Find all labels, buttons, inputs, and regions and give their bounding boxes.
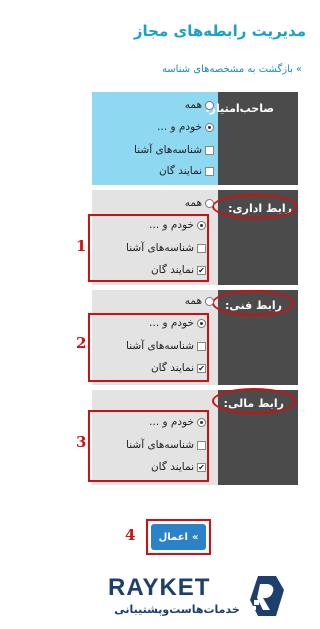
admin-cb-reps[interactable]: نمایند گان — [151, 264, 206, 276]
tech-radio-all-label: همه — [184, 295, 202, 307]
finance-cb-known[interactable]: شناسه‌های آشنا — [126, 439, 206, 451]
checkbox-icon — [205, 145, 214, 155]
checkbox-icon — [197, 341, 206, 351]
finance-radio-self-label: خودم و ... — [149, 416, 194, 428]
tech-cb-reps-label: نمایند گان — [150, 362, 194, 374]
radio-selected-icon — [197, 220, 206, 230]
checkbox-checked-icon — [197, 462, 206, 472]
owner-label-cell: صاحب‌امتیاز: — [205, 92, 298, 185]
step-marker-3: 3 — [76, 433, 87, 451]
step-marker-2: 2 — [76, 334, 87, 352]
radio-icon — [205, 100, 214, 110]
radio-selected-icon — [197, 417, 206, 427]
admin-cb-reps-label: نمایند گان — [150, 264, 194, 276]
finance-label-highlight — [212, 388, 296, 414]
radio-selected-icon — [205, 122, 214, 132]
back-arrow-icon: » — [295, 64, 302, 75]
owner-cb-known-label: شناسه‌های آشنا — [134, 144, 202, 156]
step-marker-4: 4 — [125, 526, 136, 544]
apply-button[interactable]: » اعمال — [151, 524, 206, 550]
checkbox-checked-icon — [197, 363, 206, 373]
finance-radio-self[interactable]: خودم و ... — [149, 416, 206, 428]
admin-radio-self[interactable]: خودم و ... — [149, 219, 206, 231]
owner-cb-known[interactable]: شناسه‌های آشنا — [134, 144, 214, 156]
rayket-logo: RAYKET خدمات‌هاست‌وپشتیبانی — [108, 570, 288, 625]
owner-cb-reps[interactable]: نمایند گان — [159, 165, 214, 177]
admin-cb-known-label: شناسه‌های آشنا — [126, 242, 194, 254]
tech-cb-known-label: شناسه‌های آشنا — [126, 340, 194, 352]
logo-tagline: خدمات‌هاست‌وپشتیبانی — [114, 603, 240, 616]
tech-radio-self[interactable]: خودم و ... — [149, 317, 206, 329]
admin-radio-all-label: همه — [184, 197, 202, 209]
checkbox-checked-icon — [197, 265, 206, 275]
step-marker-1: 1 — [76, 237, 87, 255]
checkbox-icon — [197, 243, 206, 253]
admin-radio-self-label: خودم و ... — [149, 219, 194, 231]
finance-cb-reps[interactable]: نمایند گان — [151, 461, 206, 473]
checkbox-icon — [205, 166, 214, 176]
owner-cb-reps-label: نمایند گان — [158, 165, 202, 177]
tech-cb-known[interactable]: شناسه‌های آشنا — [126, 340, 206, 352]
page-title: مدیریت رابطه‌های مجاز — [133, 22, 306, 40]
owner-label: صاحب‌امتیاز: — [205, 102, 274, 115]
tech-cb-reps[interactable]: نمایند گان — [151, 362, 206, 374]
apply-arrow-icon: » — [191, 531, 199, 543]
admin-label-highlight — [212, 194, 298, 219]
tech-label-highlight — [212, 290, 294, 316]
radio-icon — [205, 296, 214, 306]
owner-radio-all[interactable]: همه — [185, 99, 214, 111]
finance-cb-reps-label: نمایند گان — [150, 461, 194, 473]
back-link[interactable]: »بازگشت به مشخصه‌های شناسه — [162, 64, 302, 75]
tech-radio-self-label: خودم و ... — [149, 317, 194, 329]
owner-radio-self[interactable]: خودم و ... — [157, 121, 214, 133]
admin-cb-known[interactable]: شناسه‌های آشنا — [126, 242, 206, 254]
tech-radio-all[interactable]: همه — [185, 295, 214, 307]
owner-radio-all-label: همه — [184, 99, 202, 111]
radio-selected-icon — [197, 318, 206, 328]
radio-icon — [205, 198, 214, 208]
rayket-emblem-icon — [250, 576, 284, 616]
back-link-label: بازگشت به مشخصه‌های شناسه — [161, 64, 293, 75]
owner-radio-self-label: خودم و ... — [157, 121, 202, 133]
finance-cb-known-label: شناسه‌های آشنا — [126, 439, 194, 451]
logo-wordmark: RAYKET — [108, 574, 211, 601]
checkbox-icon — [197, 440, 206, 450]
admin-radio-all[interactable]: همه — [185, 197, 214, 209]
apply-button-label: اعمال — [158, 531, 188, 543]
